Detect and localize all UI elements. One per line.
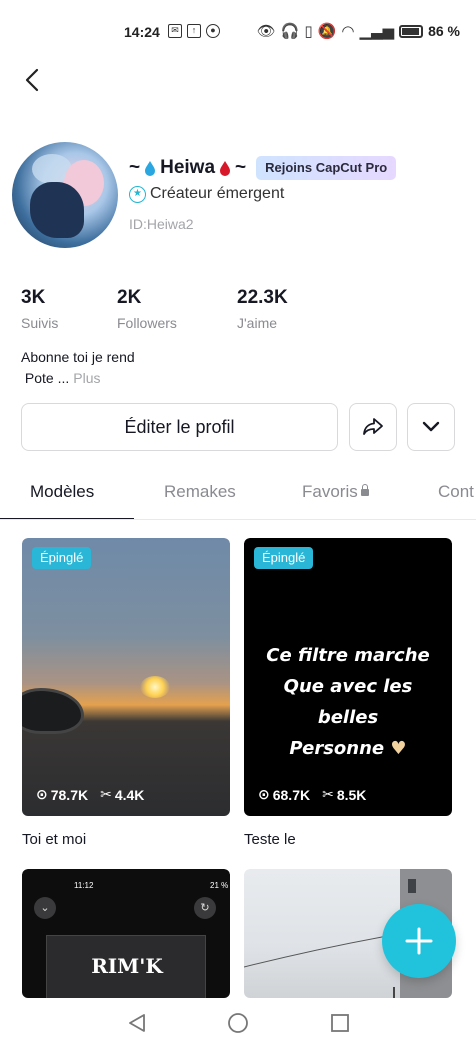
profile-bio: Abonne toi je rend Pote ... Plus (21, 347, 135, 389)
red-droplet-icon (220, 161, 231, 176)
tab-models[interactable]: Modèles (30, 482, 94, 502)
lock-icon (360, 484, 369, 496)
share-arrow-icon (363, 418, 383, 435)
tab-content[interactable]: Cont (438, 482, 474, 502)
tab-label: Favoris (302, 482, 358, 501)
template-card[interactable]: 11:12 21 % ⌄ ↻ RIM'K (22, 869, 230, 998)
system-navigation-bar (0, 998, 476, 1048)
chevron-down-icon: ⌄ (34, 897, 56, 919)
template-thumbnail: 11:12 21 % ⌄ ↻ RIM'K (22, 869, 230, 998)
heart-hands-icon: ♥ (390, 738, 407, 759)
profile-tabs: Modèles Remakes Favoris Cont (0, 468, 476, 520)
user-id: ID:Heiwa2 (129, 216, 194, 232)
stat-value: 3K (21, 287, 46, 308)
eye-icon: 👁 (256, 23, 276, 40)
settings-icon: ● (206, 24, 220, 38)
signal-icon: ▁▃▅ (359, 23, 395, 40)
scissors-icon: ✂ (100, 786, 112, 802)
stat-value: 22.3K (237, 287, 288, 308)
stat-followers[interactable]: 2K Followers (117, 287, 237, 331)
views-icon: ⊙ (258, 786, 270, 802)
stat-following[interactable]: 3K Suivis (21, 287, 117, 331)
bio-line: Pote ... (24, 370, 70, 386)
battery-icon (399, 24, 424, 38)
home-circle-icon[interactable] (227, 1012, 249, 1034)
vibrate-icon: ▯ (304, 23, 313, 40)
stat-label: Suivis (21, 315, 59, 331)
more-options-button[interactable] (407, 403, 455, 451)
status-right-icons: 👁 🎧 ▯ 🔕 ◠ ▁▃▅ 86 % (257, 22, 460, 40)
share-button[interactable] (349, 403, 397, 451)
create-template-button[interactable] (382, 904, 456, 978)
views-count: 78.7K (50, 786, 89, 803)
active-tab-indicator (0, 518, 134, 519)
stat-value: 2K (117, 287, 142, 308)
star-badge-icon: ★ (129, 185, 146, 203)
stat-label: Followers (117, 315, 177, 331)
name-prefix: ~ (129, 157, 141, 178)
back-triangle-icon[interactable] (126, 1012, 148, 1034)
thumbnail-status-bar: 11:12 21 % (74, 881, 229, 890)
template-thumbnail: Épinglé ⊙ 78.7K ✂ 4.4K (22, 538, 230, 816)
bio-more-link[interactable]: Plus (73, 370, 100, 386)
upload-icon: ↑ (187, 24, 201, 38)
uses-count: 4.4K (114, 786, 145, 803)
creator-label: Créateur émergent (150, 185, 285, 202)
capcut-pro-badge[interactable]: Rejoins CapCut Pro (256, 156, 397, 180)
car-mirror (22, 688, 84, 734)
name-suffix: ~ (235, 157, 247, 178)
thumbnail-album-art: RIM'K (46, 935, 206, 998)
headphones-icon: 🎧 (280, 23, 300, 40)
profile-name: Heiwa (160, 157, 216, 178)
recents-square-icon[interactable] (329, 1012, 351, 1034)
scissors-icon: ✂ (322, 786, 334, 802)
creator-status[interactable]: ★ Créateur émergent (129, 185, 284, 203)
template-thumbnail: Épinglé Ce filtre marche Que avec les be… (244, 538, 452, 816)
template-stats: ⊙ 78.7K ✂ 4.4K (36, 786, 144, 803)
status-time: 14:24 (124, 24, 160, 40)
template-title: Teste le (244, 831, 296, 848)
plus-icon (405, 927, 433, 955)
wifi-icon: ◠ (341, 23, 355, 40)
refresh-icon: ↻ (194, 897, 216, 919)
status-bar: 14:24 ✉ ↑ ● 👁 🎧 ▯ 🔕 ◠ ▁▃▅ 86 % (0, 0, 476, 62)
thumbnail-overlay-text: Ce filtre marche Que avec les belles Per… (266, 645, 430, 759)
template-title: Toi et moi (22, 831, 87, 848)
stat-likes[interactable]: 22.3K J'aime (237, 287, 357, 331)
avatar[interactable] (12, 142, 118, 248)
blue-droplet-icon (145, 161, 156, 176)
status-left-icons: ✉ ↑ ● (168, 24, 220, 38)
tab-favorites[interactable]: Favoris (302, 482, 369, 502)
profile-name-row: ~ Heiwa ~ Rejoins CapCut Pro (129, 156, 397, 180)
back-button[interactable] (20, 66, 44, 94)
tab-remakes[interactable]: Remakes (164, 482, 236, 502)
template-stats: ⊙ 68.7K ✂ 8.5K (258, 786, 366, 803)
bio-line: Abonne toi je rend (21, 349, 135, 365)
envelope-icon: ✉ (168, 24, 182, 38)
chevron-left-icon (25, 68, 39, 92)
views-count: 68.7K (272, 786, 311, 803)
uses-count: 8.5K (336, 786, 367, 803)
pinned-badge: Épinglé (32, 547, 92, 569)
mute-icon: 🔕 (317, 23, 337, 40)
template-card[interactable]: Épinglé ⊙ 78.7K ✂ 4.4K Toi et moi (22, 538, 230, 858)
battery-percent: 86 % (428, 23, 460, 39)
edit-profile-button[interactable]: Éditer le profil (21, 403, 338, 451)
views-icon: ⊙ (36, 786, 48, 802)
template-card[interactable]: Épinglé Ce filtre marche Que avec les be… (244, 538, 452, 858)
pinned-badge: Épinglé (254, 547, 314, 569)
profile-stats: 3K Suivis 2K Followers 22.3K J'aime (21, 287, 357, 331)
stat-label: J'aime (237, 315, 278, 331)
chevron-down-icon (422, 421, 440, 432)
